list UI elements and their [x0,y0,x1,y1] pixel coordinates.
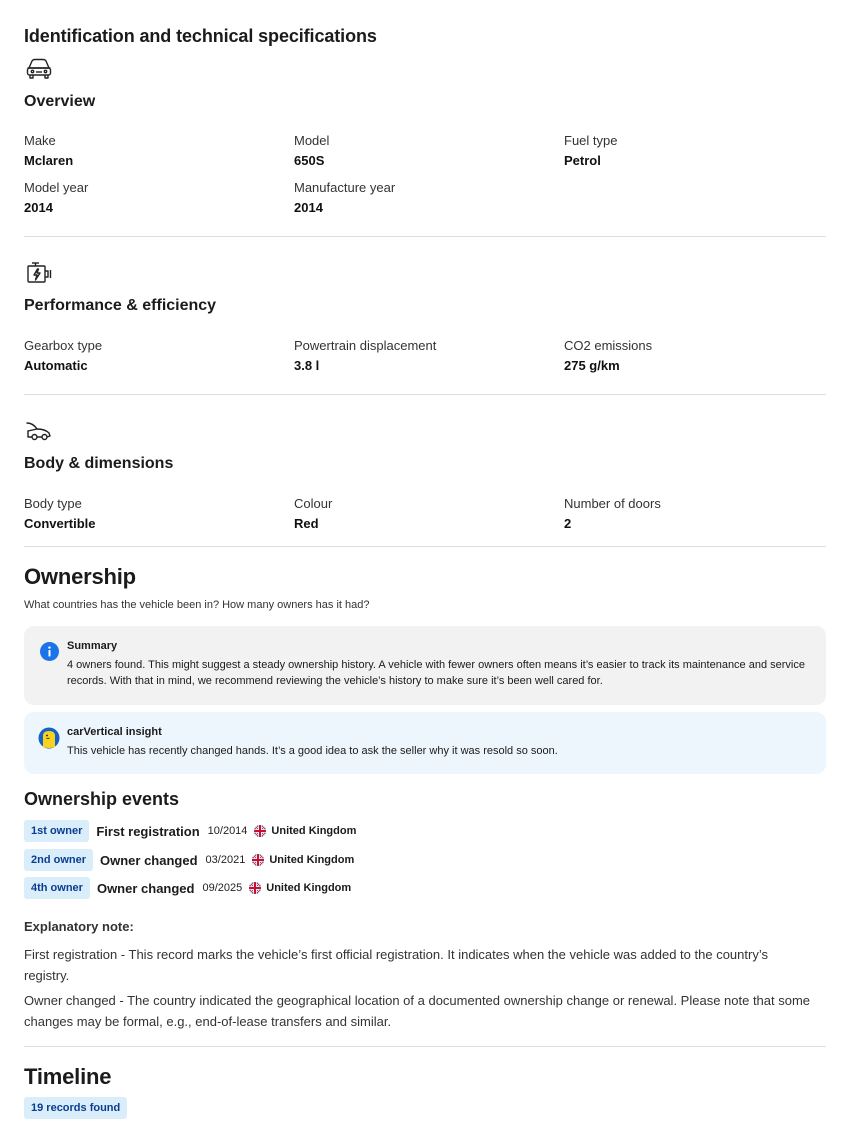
divider [24,236,826,237]
info-icon [40,642,59,661]
divider [24,394,826,395]
spec-value: Automatic [24,358,88,373]
timeline-title: Timeline [24,1064,112,1089]
event-country: United Kingdom [269,854,355,866]
event-country: United Kingdom [271,825,357,837]
spec-make: Make Mclaren [24,133,284,170]
summary-text: 4 owners found. This might suggest a ste… [67,659,805,687]
spec-model-year: Model year 2014 [24,180,284,217]
spec-label: Make [24,133,56,148]
spec-label: Gearbox type [24,338,103,353]
insight-avatar-icon [38,727,60,749]
spec-fuel-type: Fuel type Petrol [564,133,824,170]
insight-text: This vehicle has recently changed hands.… [67,745,558,757]
spec-value: Petrol [564,153,601,168]
spec-label: Model [294,133,330,148]
ownership-subtitle: What countries has the vehicle been in? … [24,599,370,611]
ownership-title: Ownership [24,564,136,589]
spec-colour: Colour Red [294,496,554,533]
spec-label: Number of doors [564,496,661,511]
uk-flag-icon [252,854,265,866]
spec-powertrain-displacement: Powertrain displacement 3.8 l [294,338,554,375]
engine-icon [24,260,54,286]
event-type: Owner changed [96,880,195,896]
divider [24,1046,826,1047]
spec-value: Mclaren [24,153,74,168]
insight-title: carVertical insight [67,726,162,738]
spec-value: 2014 [24,200,53,215]
summary-box: Summary 4 owners found. This might sugge… [24,626,826,705]
spec-label: Manufacture year [294,180,396,195]
spec-value: 275 g/km [564,358,620,373]
spec-value: Red [294,516,319,531]
owner-badge: 1st owner [24,820,90,842]
spec-value: 3.8 l [294,358,320,373]
spec-value: Convertible [24,516,96,531]
summary-title: Summary [67,640,118,652]
owner-badge: 2nd owner [24,849,94,871]
spec-label: Body type [24,496,82,511]
records-found-badge: 19 records found [24,1097,128,1119]
event-date: 10/2014 [207,825,248,837]
performance-title: Performance & efficiency [24,297,217,314]
explanatory-note-text: Owner changed - The country indicated th… [24,993,811,1029]
event-date: 09/2025 [202,882,243,894]
spec-manufacture-year: Manufacture year 2014 [294,180,554,217]
spec-co2-emissions: CO2 emissions 275 g/km [564,338,824,375]
insight-box: carVertical insight This vehicle has rec… [24,712,826,774]
event-type: Owner changed [100,852,198,868]
ownership-event: 2nd owner Owner changed 03/2021 United K… [24,849,354,871]
spec-value: 2014 [294,200,323,215]
ownership-event: 1st owner First registration 10/2014 Uni… [24,820,356,842]
spec-value: 2 [564,516,572,531]
event-country: United Kingdom [266,882,352,894]
owner-badge: 4th owner [24,877,90,899]
spec-model: Model 650S [294,133,554,170]
ownership-event: 4th owner Owner changed 09/2025 United K… [24,877,351,899]
event-type: First registration [96,823,200,839]
spec-gearbox-type: Gearbox type Automatic [24,338,284,375]
main-title: Identification and technical specificati… [24,26,377,46]
spec-value: 650S [294,153,325,168]
car-front-icon [24,56,54,82]
spec-label: Colour [294,496,333,511]
explanatory-note-title: Explanatory note: [24,919,134,934]
uk-flag-icon [254,825,267,837]
body-title: Body & dimensions [24,455,174,472]
ownership-events-title: Ownership events [24,789,180,809]
overview-title: Overview [24,93,96,110]
car-side-icon [24,418,54,444]
spec-label: Powertrain displacement [294,338,437,353]
uk-flag-icon [249,882,262,894]
explanatory-note-text: First registration - This record marks t… [24,947,768,983]
spec-label: Model year [24,180,89,195]
spec-body-type: Body type Convertible [24,496,284,533]
event-date: 03/2021 [205,854,246,866]
spec-number-of-doors: Number of doors 2 [564,496,824,533]
spec-label: CO2 emissions [564,338,653,353]
divider [24,546,826,547]
spec-label: Fuel type [564,133,618,148]
